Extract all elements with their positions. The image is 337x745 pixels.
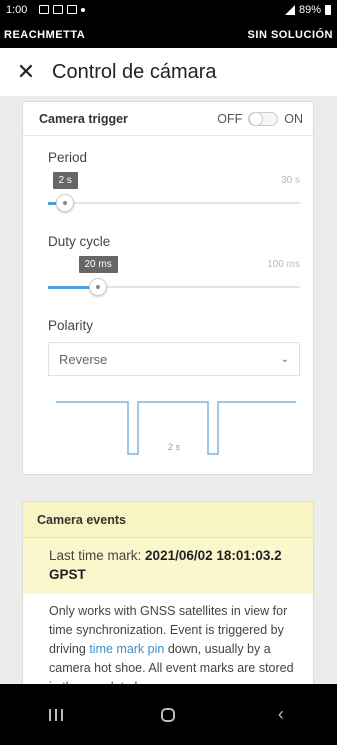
toggle-knob [249,111,264,126]
signal-icon [269,5,295,15]
polarity-select[interactable]: Reverse ⌄ [48,342,300,376]
toggle-on-label: ON [284,111,303,126]
gallery-notification-icon [39,5,49,14]
camera-events-title: Camera events [23,502,313,538]
device-name: REACHMETTA [4,29,86,41]
back-button[interactable]: ‹ [251,695,311,735]
duty-cycle-thumb[interactable] [89,278,107,296]
polarity-selected: Reverse [59,351,108,367]
period-thumb[interactable] [56,194,74,212]
toggle-off-label: OFF [217,111,243,126]
duty-cycle-max: 100 ms [267,259,300,270]
page-title: Control de cámara [52,60,217,83]
last-time-mark-label: Last time mark: [49,548,142,563]
battery-percent: 89% [298,4,321,16]
camera-events-card: Camera events Last time mark: 2021/06/02… [22,501,314,694]
period-slider[interactable]: 2 s 30 s [48,172,300,222]
duty-cycle-value: 20 ms [78,256,118,273]
device-status-bar: REACHMETTA SIN SOLUCIÓN [0,22,337,48]
last-time-mark: Last time mark: 2021/06/02 18:01:03.2 GP… [23,538,313,594]
period-track [48,202,300,204]
camera-trigger-card: Camera trigger OFF ON Period 2 s 30 s Du… [22,101,314,475]
page-header: ✕ Control de cámara [0,48,337,96]
system-nav-bar: ‹ [0,684,337,745]
home-button[interactable] [138,695,198,735]
solution-status: SIN SOLUCIÓN [247,29,333,41]
toggle-switch[interactable] [248,111,279,126]
battery-icon [325,5,331,15]
close-button[interactable]: ✕ [6,52,46,92]
close-icon: ✕ [16,59,36,84]
duty-cycle-slider[interactable]: 20 ms 100 ms [48,256,300,306]
camera-trigger-title: Camera trigger [39,111,128,126]
more-notifications-icon [81,8,85,12]
status-right: 89% [269,4,331,16]
recent-apps-icon [49,708,64,721]
camera-trigger-header: Camera trigger OFF ON [23,102,313,136]
notification-icons [39,5,85,14]
mail-notification-icon [67,5,77,14]
period-label: Period [48,150,88,165]
status-bar: 1:00 89% [0,0,337,22]
time-mark-pin-link[interactable]: time mark pin [89,642,164,656]
status-time: 1:00 [6,4,28,16]
chevron-down-icon: ⌄ [280,353,289,365]
camera-events-description: Only works with GNSS satellites in view … [23,594,313,697]
period-max: 30 s [281,175,300,186]
recent-apps-button[interactable] [26,695,86,735]
trigger-waveform: 2 s [56,401,296,455]
camera-trigger-toggle[interactable]: OFF ON [217,111,303,126]
period-value: 2 s [52,172,78,189]
back-icon: ‹ [277,704,284,724]
message-notification-icon [53,5,63,14]
polarity-label: Polarity [48,318,94,333]
waveform-period-label: 2 s [168,442,181,452]
duty-cycle-label: Duty cycle [48,234,111,249]
home-icon [161,707,176,722]
scroll-content[interactable]: Camera trigger OFF ON Period 2 s 30 s Du… [0,96,337,694]
